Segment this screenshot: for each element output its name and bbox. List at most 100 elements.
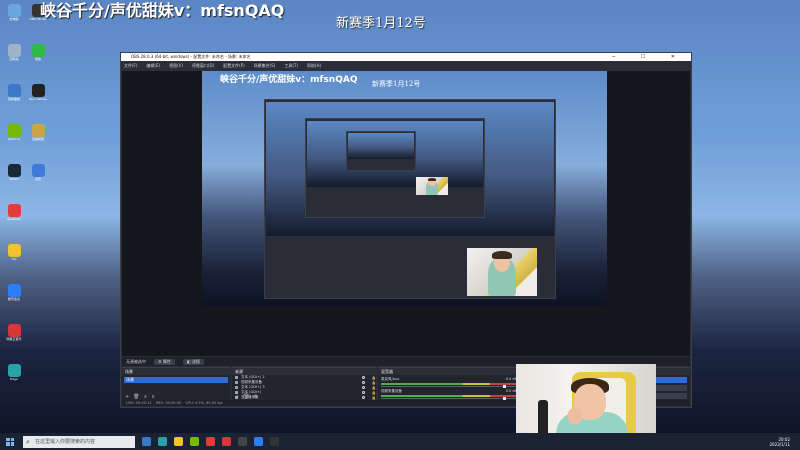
mixer-title: 混音器	[378, 368, 520, 375]
preview-capture: 峡谷千分/声优甜妹v：mfsnQAQ 新赛季1月12号	[202, 71, 607, 306]
mixer-channel: 视频采集设备 0.0 dB	[381, 389, 517, 400]
eye-icon[interactable]	[361, 381, 365, 384]
app-icon	[31, 124, 45, 137]
taskbar-app-icon[interactable]	[254, 437, 263, 446]
nested-season-text: 新赛季1月12号	[372, 80, 421, 88]
lock-icon[interactable]: 🔒	[372, 386, 376, 390]
app-icon	[7, 324, 21, 337]
desktop-icon-label: Epic Games	[29, 97, 47, 101]
nested-obs-window	[264, 99, 556, 299]
desktop-icon-label: 微信	[34, 57, 41, 61]
taskbar-app-icon[interactable]	[190, 437, 199, 446]
obs-titlebar[interactable]: OBS 28.0.3 (64-bit, windows) - 配置文件: 未命名…	[121, 53, 691, 61]
app-icon	[31, 44, 45, 57]
filters-button[interactable]: ◧ 滤镜	[182, 358, 204, 365]
desktop-icon-label: 回收站	[9, 57, 19, 61]
desktop-app-icon[interactable]: Edge	[2, 364, 26, 381]
desktop-app-icon[interactable]: 网易云音乐	[2, 324, 26, 341]
source-type-icon	[235, 386, 238, 389]
start-button[interactable]	[3, 435, 17, 449]
eye-icon[interactable]	[361, 386, 365, 389]
desktop-icon-label: QQ	[11, 257, 17, 261]
desktop-app-icon[interactable]: QQ	[2, 244, 26, 261]
window-controls[interactable]: ─ ☐ ✕	[612, 53, 687, 61]
volume-meter	[381, 395, 517, 397]
menu-help[interactable]: 帮助(H)	[307, 61, 321, 70]
webcam-overlay	[516, 364, 656, 444]
mixer-dock: 混音器 麦克风/Aux0.0 dB视频采集设备0.0 dB桌面音频0.0 dB	[378, 367, 520, 401]
taskbar-search-input[interactable]: 在这里输入你要搜索的内容	[23, 435, 135, 448]
menu-tools[interactable]: 工具(T)	[284, 61, 298, 70]
menu-edit[interactable]: 编辑(E)	[146, 61, 160, 70]
desktop-icon-label: 控制面板	[7, 97, 20, 101]
desktop-icon-label: 英雄联盟	[31, 137, 44, 141]
taskbar-app-icon[interactable]	[158, 437, 167, 446]
taskbar-app-icon[interactable]	[142, 437, 151, 446]
desktop-app-icon[interactable]: GeForce	[2, 124, 26, 141]
properties-button[interactable]: ⚙ 属性	[154, 358, 175, 365]
streamer-hand	[568, 408, 582, 424]
desktop-icon-area: 此电脑回收站控制面板 GeForce Steam WeGame QQ 腾讯会议网易云音乐 E…	[0, 0, 72, 430]
obs-window: OBS 28.0.3 (64-bit, windows) - 配置文件: 未命名…	[120, 52, 692, 408]
desktop-icon-label: WeGame	[7, 217, 21, 221]
taskbar-app-icon[interactable]	[238, 437, 247, 446]
taskbar-app-icon[interactable]	[206, 437, 215, 446]
no-source-label: 无源被选中	[126, 358, 146, 364]
desktop-app-icon[interactable]: 此电脑	[2, 4, 26, 21]
lock-icon[interactable]: 🔒	[372, 376, 376, 380]
lock-icon[interactable]: 🔒	[372, 381, 376, 385]
channel-name: 视频采集设备	[381, 389, 402, 393]
desktop-icon-label: 迅雷	[34, 177, 41, 181]
nested-stream-title: 峡谷千分/声优甜妹v：mfsnQAQ	[220, 75, 358, 85]
desktop-app-icon[interactable]: Steam	[2, 164, 26, 181]
rec-status: REC: 00:00:00	[156, 401, 182, 405]
season-date-overlay: 新赛季1月12号	[336, 16, 426, 31]
desktop-app-icon[interactable]: 控制面板	[2, 84, 26, 101]
volume-slider[interactable]	[381, 385, 517, 388]
sources-dock: 来源 文本 (GDI+) 2 🔒 视频采集设备 🔒 文本 (GDI+) 3 🔒 文本 (GD…	[232, 367, 376, 401]
eye-icon[interactable]	[361, 376, 365, 379]
app-icon	[7, 84, 21, 97]
menu-file[interactable]: 文件(F)	[124, 61, 137, 70]
taskbar-app-icon[interactable]	[174, 437, 183, 446]
mixer-channel: 麦克风/Aux 0.0 dB	[381, 377, 517, 388]
app-icon	[31, 164, 45, 177]
desktop-icon-label: Edge	[10, 377, 18, 381]
scenes-dock: 场景 场景 + 🗑 ∧ ∨	[122, 367, 230, 401]
desktop-app-icon[interactable]: WeGame	[2, 204, 26, 221]
obs-preview[interactable]: 峡谷千分/声优甜妹v：mfsnQAQ 新赛季1月12号	[122, 71, 690, 356]
app-icon	[7, 44, 21, 57]
desktop-icon-label: 腾讯会议	[7, 297, 20, 301]
desktop-icon-label: GeForce	[7, 137, 21, 141]
menu-docks[interactable]: 停靠窗口(D)	[192, 61, 214, 70]
taskbar-clock[interactable]: 20:02 2023/1/11	[769, 437, 790, 447]
desktop-app-icon[interactable]: 回收站	[2, 44, 26, 61]
volume-slider[interactable]	[381, 397, 517, 400]
menu-scene-collection[interactable]: 场景集合(S)	[254, 61, 276, 70]
menu-profile[interactable]: 配置文件(P)	[223, 61, 245, 70]
desktop-icon-label: Steam	[9, 177, 19, 181]
app-icon	[7, 124, 21, 137]
obs-window-title: OBS 28.0.3 (64-bit, windows) - 配置文件: 未命名…	[131, 54, 251, 59]
desktop-app-icon[interactable]: 腾讯会议	[2, 284, 26, 301]
app-icon	[31, 84, 45, 97]
sources-title: 来源	[232, 368, 376, 375]
app-icon	[7, 364, 21, 377]
desktop-app-icon[interactable]: 微信	[26, 44, 50, 61]
desktop-app-icon[interactable]: 英雄联盟	[26, 124, 50, 141]
app-icon	[7, 284, 21, 297]
volume-meter	[381, 383, 517, 385]
app-icon	[7, 244, 21, 257]
source-type-icon	[235, 376, 238, 379]
desktop-app-icon[interactable]: Epic Games	[26, 84, 50, 101]
taskbar-app-icon[interactable]	[270, 437, 279, 446]
desktop-app-icon[interactable]: 迅雷	[26, 164, 50, 181]
taskbar-app-icon[interactable]	[222, 437, 231, 446]
channel-name: 麦克风/Aux	[381, 377, 400, 381]
app-icon	[7, 4, 21, 17]
app-icon	[7, 204, 21, 217]
menu-view[interactable]: 视图(V)	[169, 61, 183, 70]
desktop-icon-label: 此电脑	[9, 17, 19, 21]
scenes-title: 场景	[122, 368, 230, 375]
scene-item[interactable]: 场景	[124, 377, 228, 383]
